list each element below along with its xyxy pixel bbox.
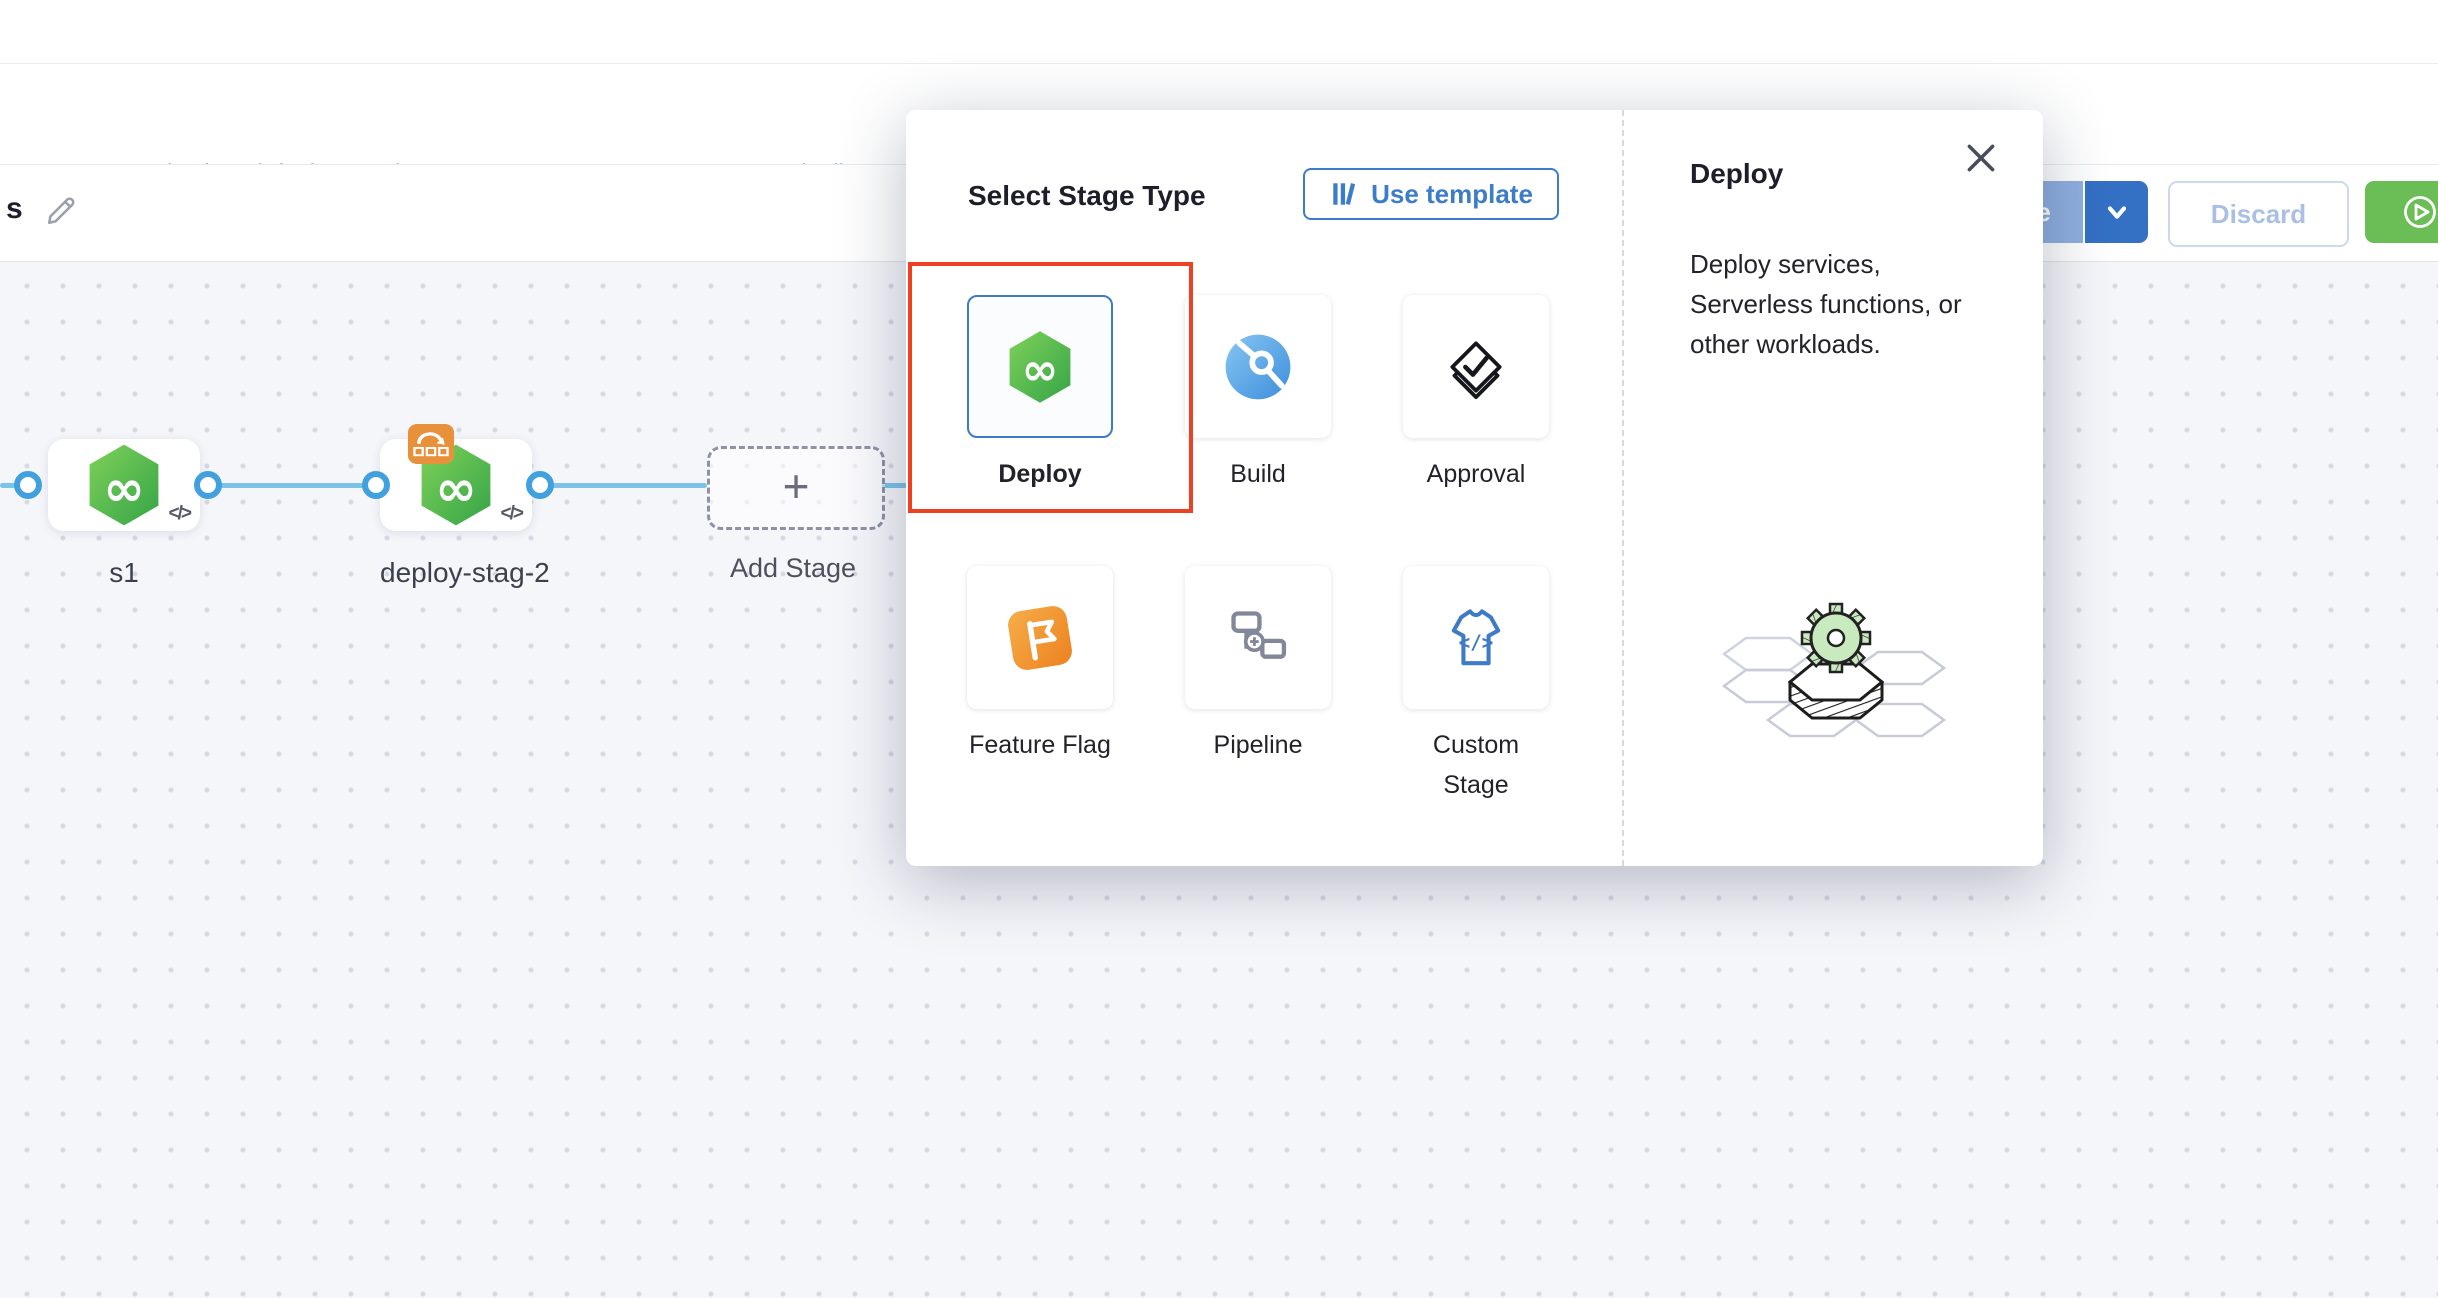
stage-type-label: Deploy <box>967 454 1113 494</box>
stage-type-deploy-tile[interactable] <box>967 295 1113 438</box>
cd-hexagon-icon <box>81 442 167 528</box>
connector-node[interactable] <box>14 471 42 499</box>
stage-detail-description: Deploy services, Serverless functions, o… <box>1690 244 1980 364</box>
save-options-button[interactable] <box>2085 181 2148 243</box>
stage-type-deploy[interactable]: Deploy <box>967 295 1113 494</box>
plus-icon: + <box>783 463 810 509</box>
feature-flag-icon <box>1001 599 1079 677</box>
stage-type-pipeline-tile[interactable] <box>1185 566 1331 709</box>
stage-node-s1[interactable]: </> <box>48 439 200 531</box>
deploy-gear-illustration <box>1706 590 1966 760</box>
custom-stage-icon <box>1439 601 1513 675</box>
modal-divider <box>1622 110 1624 866</box>
stage-type-approval-tile[interactable] <box>1403 295 1549 438</box>
use-template-button[interactable]: Use template <box>1303 168 1559 220</box>
connector-line <box>550 483 707 488</box>
connector-line <box>218 483 368 488</box>
connector-node[interactable] <box>526 471 554 499</box>
stage-type-feature-flag[interactable]: Feature Flag <box>967 566 1113 765</box>
stage-type-build[interactable]: Build <box>1185 295 1331 494</box>
stage-type-label: Pipeline <box>1185 725 1331 765</box>
select-stage-type-modal: Select Stage Type Use template Deploy Bu… <box>906 110 2043 866</box>
deploy-cd-icon <box>1002 329 1078 405</box>
add-stage-button[interactable]: + <box>707 446 885 530</box>
edit-pencil-icon[interactable] <box>44 188 82 226</box>
top-band <box>0 0 2438 64</box>
pipeline-chain-icon <box>1222 602 1294 674</box>
stage-type-feature-flag-tile[interactable] <box>967 566 1113 709</box>
pipeline-name: s <box>6 192 23 226</box>
rolling-strategy-icon <box>408 424 454 464</box>
stage-type-label: Feature Flag <box>967 725 1113 765</box>
connector-node[interactable] <box>362 471 390 499</box>
stage-type-custom[interactable]: Custom Stage <box>1403 566 1549 805</box>
stage-type-label: Build <box>1185 454 1331 494</box>
stage-type-label: Custom Stage <box>1403 725 1549 805</box>
code-view-icon[interactable]: </> <box>169 503 190 525</box>
modal-title: Select Stage Type <box>968 180 1206 212</box>
stage-type-approval[interactable]: Approval <box>1403 295 1549 494</box>
approval-check-icon <box>1438 329 1514 405</box>
build-ci-icon <box>1222 331 1294 403</box>
code-view-icon[interactable]: </> <box>501 503 522 525</box>
stage-type-pipeline[interactable]: Pipeline <box>1185 566 1331 765</box>
chevron-down-icon <box>2103 198 2131 226</box>
stage-detail-title: Deploy <box>1690 158 1783 190</box>
play-icon <box>2402 194 2438 230</box>
stage-label-s1: s1 <box>48 557 200 589</box>
connector-node[interactable] <box>194 471 222 499</box>
stage-type-build-tile[interactable] <box>1185 295 1331 438</box>
stage-type-label: Approval <box>1403 454 1549 494</box>
add-stage-label: Add Stage <box>707 553 879 584</box>
discard-button[interactable]: Discard <box>2168 181 2349 247</box>
close-icon[interactable] <box>1961 138 2001 178</box>
template-library-icon <box>1329 179 1359 209</box>
run-button[interactable]: Run <box>2365 181 2438 243</box>
stage-type-custom-tile[interactable] <box>1403 566 1549 709</box>
use-template-label: Use template <box>1371 179 1533 210</box>
stage-label-deploy-stag-2: deploy-stag-2 <box>380 557 532 589</box>
stage-node-deploy-stag-2[interactable]: </> <box>380 439 532 531</box>
